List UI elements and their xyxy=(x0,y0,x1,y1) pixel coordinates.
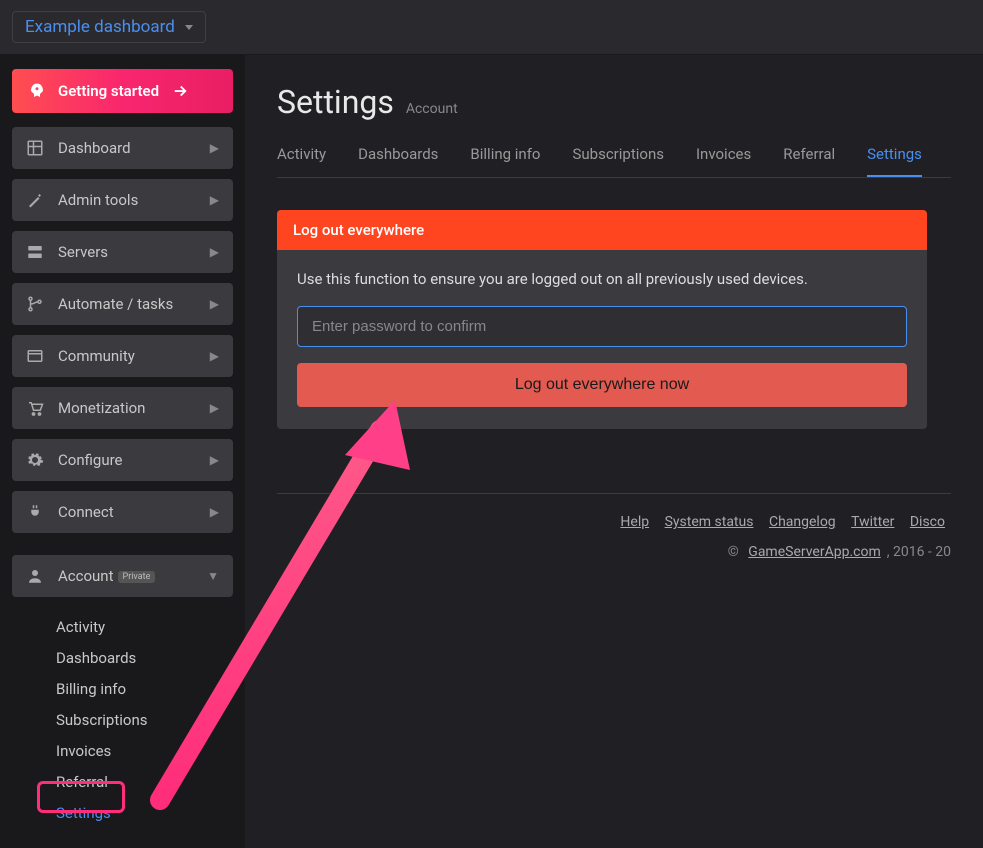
footer: Help System status Changelog Twitter Dis… xyxy=(277,493,951,560)
tab-settings[interactable]: Settings xyxy=(867,145,922,177)
sidebar-item-label: Configure xyxy=(58,451,196,469)
topbar: Example dashboard xyxy=(0,0,983,55)
chevron-down-icon: ▼ xyxy=(207,569,219,583)
footer-changelog[interactable]: Changelog xyxy=(769,514,836,530)
tab-subscriptions[interactable]: Subscriptions xyxy=(572,145,663,177)
cart-icon xyxy=(26,399,44,417)
footer-twitter[interactable]: Twitter xyxy=(851,514,894,530)
branch-icon xyxy=(26,295,44,313)
logout-everywhere-button[interactable]: Log out everywhere now xyxy=(297,363,907,407)
subnav-activity[interactable]: Activity xyxy=(52,613,233,641)
grid-icon xyxy=(26,139,44,157)
copyright: © GameServerApp.com, 2016 - 20 xyxy=(277,544,951,560)
chevron-right-icon: ▶ xyxy=(210,505,219,519)
sidebar-item-automate[interactable]: Automate / tasks ▶ xyxy=(12,283,233,325)
server-icon xyxy=(26,243,44,261)
chevron-right-icon: ▶ xyxy=(210,349,219,363)
sidebar-item-label: Admin tools xyxy=(58,191,196,209)
sidebar-item-label: Servers xyxy=(58,243,196,261)
footer-brand-link[interactable]: GameServerApp.com xyxy=(748,544,880,560)
main-content: Settings Account Activity Dashboards Bil… xyxy=(245,55,983,848)
chevron-right-icon: ▶ xyxy=(210,401,219,415)
subnav-billing[interactable]: Billing info xyxy=(52,675,233,703)
sidebar-item-community[interactable]: Community ▶ xyxy=(12,335,233,377)
subnav-dashboards[interactable]: Dashboards xyxy=(52,644,233,672)
page-title: Settings xyxy=(277,83,394,121)
footer-discord[interactable]: Disco xyxy=(910,514,945,530)
subnav-invoices[interactable]: Invoices xyxy=(52,737,233,765)
page-subtitle: Account xyxy=(406,101,458,117)
sidebar-item-servers[interactable]: Servers ▶ xyxy=(12,231,233,273)
sidebar-item-label: Monetization xyxy=(58,399,196,417)
chevron-right-icon: ▶ xyxy=(210,193,219,207)
sidebar-item-connect[interactable]: Connect ▶ xyxy=(12,491,233,533)
caret-down-icon xyxy=(185,25,193,30)
sidebar-item-monetization[interactable]: Monetization ▶ xyxy=(12,387,233,429)
chevron-right-icon: ▶ xyxy=(210,453,219,467)
sidebar-item-label: Dashboard xyxy=(58,139,196,157)
subnav-referral[interactable]: Referral xyxy=(52,768,233,796)
sidebar-item-dashboard[interactable]: Dashboard ▶ xyxy=(12,127,233,169)
tabs: Activity Dashboards Billing info Subscri… xyxy=(277,145,951,178)
arrow-right-icon xyxy=(171,82,189,100)
tab-referral[interactable]: Referral xyxy=(783,145,835,177)
tab-invoices[interactable]: Invoices xyxy=(696,145,751,177)
logout-card: Log out everywhere Use this function to … xyxy=(277,210,927,429)
user-icon xyxy=(26,567,44,585)
private-badge: Private xyxy=(118,571,156,583)
gear-icon xyxy=(26,451,44,469)
sidebar-item-account[interactable]: AccountPrivate ▼ xyxy=(12,555,233,597)
tab-activity[interactable]: Activity xyxy=(277,145,326,177)
footer-help[interactable]: Help xyxy=(620,514,649,530)
tab-billing[interactable]: Billing info xyxy=(470,145,540,177)
plug-icon xyxy=(26,503,44,521)
sidebar-item-label: Automate / tasks xyxy=(58,295,196,313)
account-submenu: Activity Dashboards Billing info Subscri… xyxy=(12,607,233,838)
sidebar-item-label: Community xyxy=(58,347,196,365)
getting-started-button[interactable]: Getting started xyxy=(12,69,233,113)
rocket-icon xyxy=(28,82,46,100)
wand-icon xyxy=(26,191,44,209)
sidebar: Getting started Dashboard ▶ Admin tools … xyxy=(0,55,245,848)
tab-dashboards[interactable]: Dashboards xyxy=(358,145,438,177)
card-description: Use this function to ensure you are logg… xyxy=(297,270,907,288)
sidebar-item-configure[interactable]: Configure ▶ xyxy=(12,439,233,481)
subnav-subscriptions[interactable]: Subscriptions xyxy=(52,706,233,734)
dashboard-selector[interactable]: Example dashboard xyxy=(12,11,206,43)
window-icon xyxy=(26,347,44,365)
footer-status[interactable]: System status xyxy=(665,514,754,530)
chevron-right-icon: ▶ xyxy=(210,297,219,311)
subnav-settings[interactable]: Settings xyxy=(52,799,233,827)
password-input[interactable] xyxy=(297,306,907,347)
card-title: Log out everywhere xyxy=(277,210,927,250)
dashboard-name: Example dashboard xyxy=(25,17,175,37)
getting-started-label: Getting started xyxy=(58,82,159,100)
sidebar-item-label: AccountPrivate xyxy=(58,567,193,585)
chevron-right-icon: ▶ xyxy=(210,141,219,155)
sidebar-item-admin-tools[interactable]: Admin tools ▶ xyxy=(12,179,233,221)
sidebar-item-label: Connect xyxy=(58,503,196,521)
chevron-right-icon: ▶ xyxy=(210,245,219,259)
